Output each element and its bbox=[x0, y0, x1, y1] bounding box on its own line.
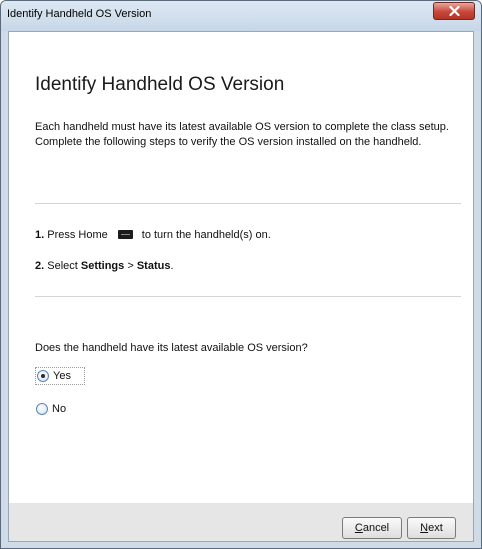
close-button[interactable] bbox=[433, 2, 475, 20]
cancel-button[interactable]: Cancel bbox=[342, 517, 402, 539]
radio-no-label: No bbox=[52, 403, 67, 415]
step-2-separator: > bbox=[124, 260, 137, 272]
status-label: Status bbox=[136, 260, 171, 272]
step-1-text: Press Home bbox=[44, 229, 108, 241]
content-panel: Identify Handheld OS Version Each handhe… bbox=[9, 32, 473, 503]
step-2-end: . bbox=[170, 260, 174, 272]
page-title: Identify Handheld OS Version bbox=[35, 74, 285, 95]
step-2-text: Select bbox=[44, 260, 81, 272]
step-2-number: 2. bbox=[35, 260, 45, 272]
dialog-client-area: Identify Handheld OS Version Each handhe… bbox=[8, 31, 474, 542]
button-bar: Cancel Next bbox=[9, 503, 473, 541]
question-text: Does the handheld have its latest availa… bbox=[35, 342, 308, 354]
divider bbox=[35, 203, 461, 204]
radio-no[interactable]: No bbox=[35, 401, 85, 419]
title-bar[interactable]: Identify Handheld OS Version bbox=[1, 1, 481, 31]
step-1-text-end: to turn the handheld(s) on. bbox=[141, 229, 271, 241]
description-text: Each handheld must have its latest avail… bbox=[35, 121, 449, 148]
radio-yes[interactable]: Yes bbox=[35, 367, 85, 385]
radio-selected-icon bbox=[37, 370, 49, 382]
divider bbox=[35, 296, 461, 297]
window-title: Identify Handheld OS Version bbox=[7, 8, 152, 20]
close-icon bbox=[449, 6, 460, 16]
radio-yes-label: Yes bbox=[53, 370, 71, 382]
radio-unselected-icon bbox=[36, 403, 48, 415]
step-2: 2. Select Settings > Status. bbox=[35, 260, 174, 272]
home-key-icon bbox=[117, 230, 133, 239]
dialog-window: Identify Handheld OS Version Identify Ha… bbox=[0, 0, 482, 549]
step-1: 1. Press Home to turn the handheld(s) on. bbox=[35, 229, 271, 241]
next-button[interactable]: Next bbox=[407, 517, 456, 539]
step-1-number: 1. bbox=[35, 229, 45, 241]
settings-label: Settings bbox=[80, 260, 125, 272]
